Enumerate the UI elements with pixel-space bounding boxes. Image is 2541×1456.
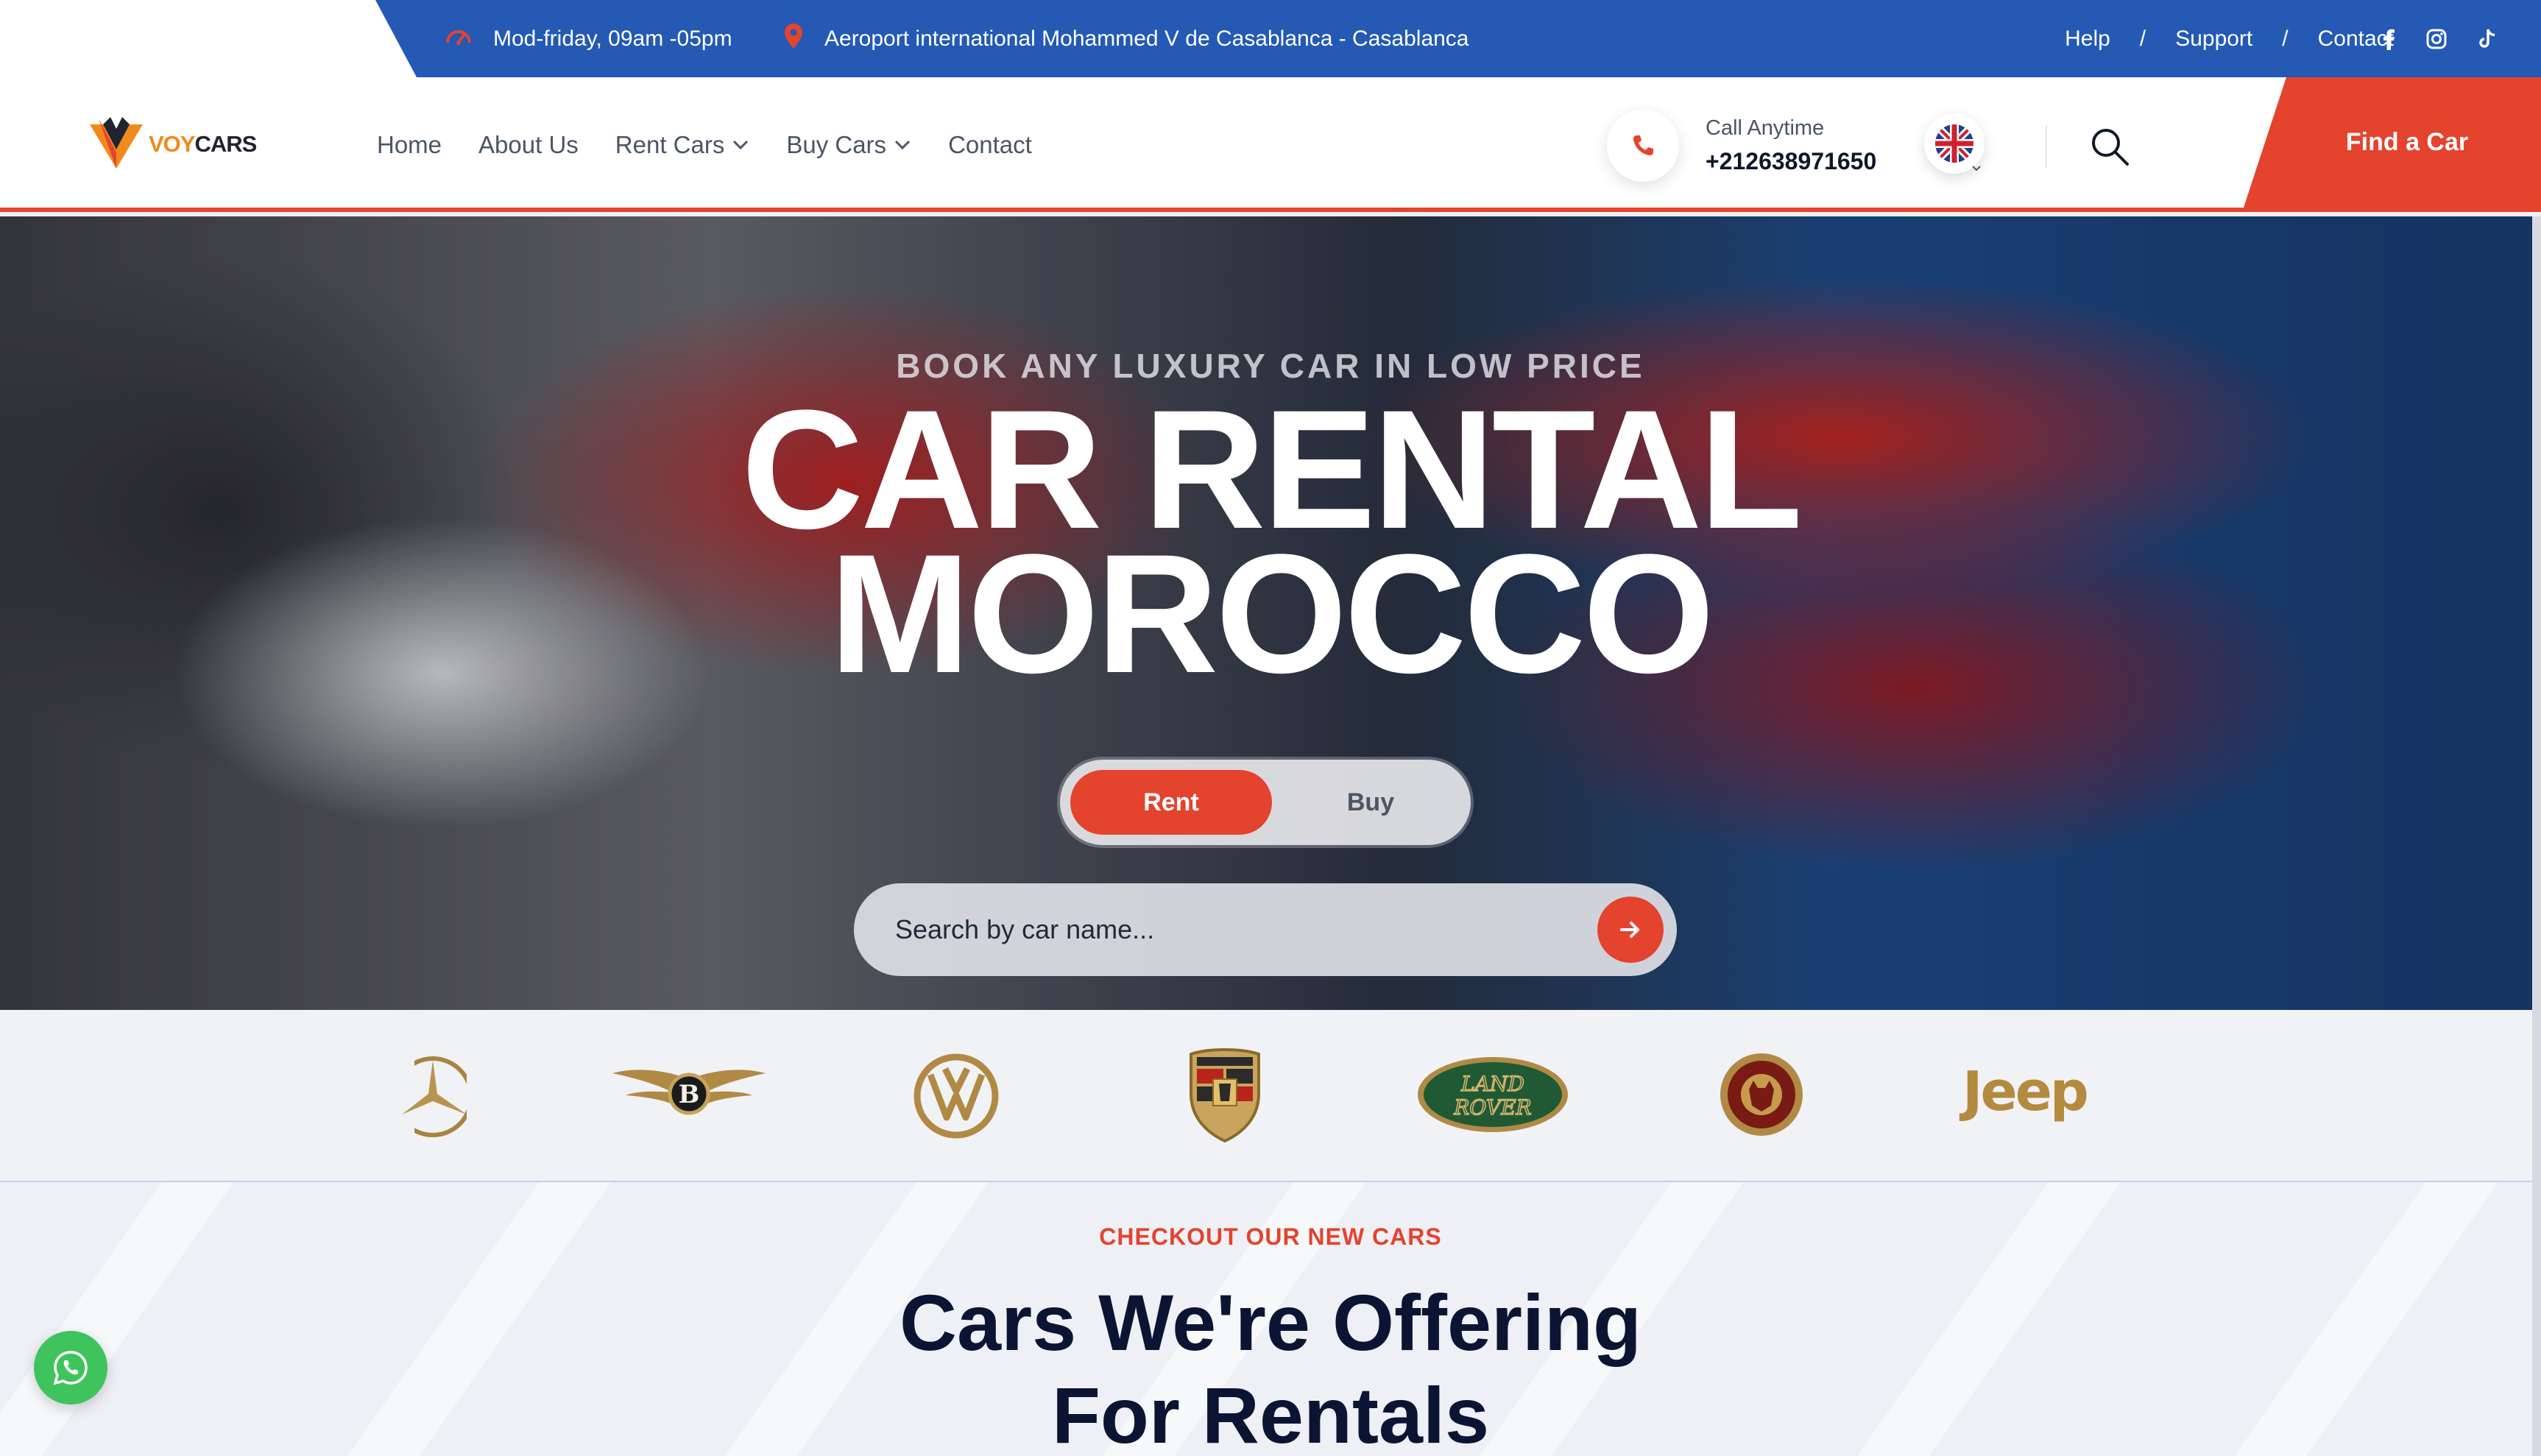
main-nav: Home About Us Rent Cars Buy Cars Contact <box>377 77 1032 212</box>
help-link[interactable]: Help <box>2065 26 2110 52</box>
separator: / <box>2282 26 2289 51</box>
opening-hours: Mod-friday, 09am -05pm <box>445 0 732 77</box>
nav-contact[interactable]: Contact <box>948 131 1032 159</box>
chevron-down-icon <box>895 140 911 149</box>
scrollbar-track[interactable] <box>2532 216 2541 1456</box>
call-anytime[interactable]: Call Anytime +212638971650 <box>1607 110 1876 182</box>
search-submit-button[interactable] <box>1597 897 1664 963</box>
facebook-icon[interactable] <box>2382 28 2395 50</box>
support-link[interactable]: Support <box>2175 26 2252 52</box>
rent-tab[interactable]: Rent <box>1070 770 1272 835</box>
nav-home-label: Home <box>377 130 442 158</box>
nav-about-label: About Us <box>478 130 579 158</box>
nav-about-us[interactable]: About Us <box>478 131 579 159</box>
site-logo[interactable]: VOYCARS <box>87 114 257 174</box>
logo-text: VOYCARS <box>149 130 257 158</box>
logo-text-voy: VOY <box>149 130 195 157</box>
nav-rent-cars[interactable]: Rent Cars <box>615 131 750 159</box>
offering-title-line-1: Cars We're Offering <box>900 1278 1641 1367</box>
social-links <box>2382 0 2497 77</box>
arrow-right-icon <box>1620 922 1639 938</box>
brand-logos-strip: B LAND ROVER Jeep <box>0 1010 2541 1182</box>
land-rover-text-1: LAND <box>1460 1072 1524 1096</box>
car-search-bar <box>854 883 1677 976</box>
rent-buy-toggle: Rent Buy <box>1060 760 1471 845</box>
nav-rent-cars-label: Rent Cars <box>615 130 725 158</box>
jaguar-logo[interactable] <box>1718 1051 1805 1142</box>
land-rover-text-2: ROVER <box>1453 1095 1531 1120</box>
porsche-logo[interactable] <box>1187 1047 1263 1146</box>
speedometer-icon <box>445 24 473 54</box>
main-header: VOYCARS Home About Us Rent Cars Buy Cars… <box>0 77 2541 212</box>
language-selector[interactable] <box>1924 113 1985 174</box>
whatsapp-icon <box>53 1351 88 1385</box>
hero-title-line-2: MOROCCO <box>829 519 1715 708</box>
offering-title-line-2: For Rentals <box>1051 1371 1490 1456</box>
opening-hours-text: Mod-friday, 09am -05pm <box>493 26 732 51</box>
find-a-car-button[interactable]: Find a Car <box>2244 77 2541 208</box>
find-a-car-label: Find a Car <box>2345 128 2469 156</box>
buy-tab[interactable]: Buy <box>1281 770 1460 835</box>
nav-buy-cars-label: Buy Cars <box>786 130 887 158</box>
header-divider <box>2046 125 2047 168</box>
search-icon[interactable] <box>2089 126 2130 171</box>
uk-flag-icon <box>1935 124 1973 163</box>
tiktok-icon[interactable] <box>2478 28 2497 50</box>
phone-icon <box>1607 110 1679 182</box>
jeep-logo[interactable]: Jeep <box>1962 1060 2089 1123</box>
call-text: Call Anytime +212638971650 <box>1706 116 1876 175</box>
offering-eyebrow: CHECKOUT OUR NEW CARS <box>1099 1223 1442 1250</box>
bentley-letter: B <box>679 1080 700 1109</box>
call-number[interactable]: +212638971650 <box>1706 148 1876 175</box>
address-text: Aeroport international Mohammed V de Cas… <box>824 26 1469 51</box>
logo-mark-icon <box>87 114 146 174</box>
nav-home[interactable]: Home <box>377 131 442 159</box>
chevron-down-icon <box>733 140 749 149</box>
offering-section: CHECKOUT OUR NEW CARS Cars We're Offerin… <box>0 1182 2541 1456</box>
hero-title: CAR RENTAL MOROCCO <box>0 385 2541 708</box>
hero-section: BOOK ANY LUXURY CAR IN LOW PRICE CAR REN… <box>0 216 2541 1010</box>
logo-text-cars: CARS <box>194 130 257 157</box>
call-label: Call Anytime <box>1706 116 1825 140</box>
bentley-logo[interactable]: B <box>611 1066 767 1123</box>
car-search-input[interactable] <box>895 914 1528 945</box>
land-rover-logo[interactable]: LAND ROVER <box>1415 1054 1571 1139</box>
mercedes-logo[interactable] <box>399 1054 467 1143</box>
top-links: Help / Support / Contact <box>2065 0 2394 77</box>
separator: / <box>2139 26 2146 51</box>
offering-title: Cars We're Offering For Rentals <box>0 1276 2541 1456</box>
nav-contact-label: Contact <box>948 130 1032 158</box>
nav-buy-cars[interactable]: Buy Cars <box>786 131 911 159</box>
address: Aeroport international Mohammed V de Cas… <box>783 0 1469 77</box>
top-info-bar: Mod-friday, 09am -05pm Aeroport internat… <box>0 0 2541 77</box>
volkswagen-logo[interactable] <box>913 1053 1000 1143</box>
instagram-icon[interactable] <box>2426 29 2447 49</box>
whatsapp-chat-button[interactable] <box>34 1331 107 1404</box>
location-pin-icon <box>783 22 804 56</box>
chevron-down-icon <box>1972 166 1981 172</box>
